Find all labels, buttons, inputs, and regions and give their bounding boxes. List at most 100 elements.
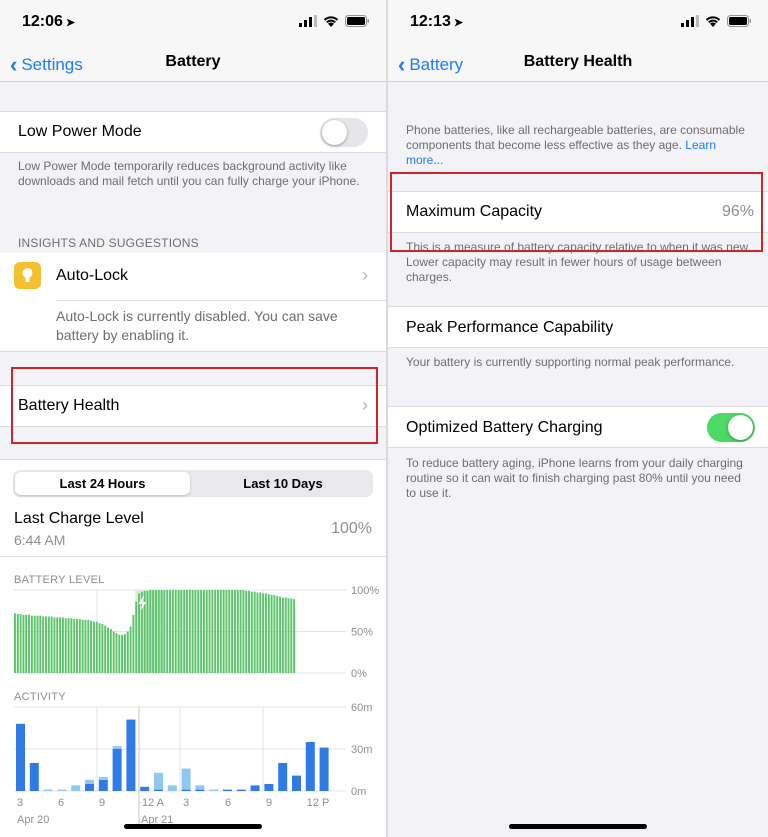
activity-bar-screen-off: [209, 789, 219, 791]
battery-level-bar: [157, 590, 160, 673]
battery-level-bar: [59, 617, 62, 673]
battery-level-bar: [138, 593, 140, 673]
activity-bar-screen-off: [43, 789, 53, 791]
home-indicator[interactable]: [509, 824, 647, 829]
peak-performance-row: Peak Performance Capability: [388, 306, 768, 348]
y-tick-label: 30m: [351, 744, 372, 756]
battery-level-bar: [129, 626, 132, 673]
battery-level-bar: [214, 590, 217, 673]
battery-level-bar: [87, 619, 90, 673]
battery-level-bar: [219, 590, 222, 673]
activity-bar-screen-off: [181, 768, 191, 790]
auto-lock-title: Auto-Lock: [56, 267, 129, 284]
battery-level-bar: [231, 590, 234, 673]
battery-level-bar: [169, 590, 172, 673]
battery-level-bar: [28, 614, 31, 673]
y-tick-label: 100%: [351, 585, 379, 597]
battery-level-bar: [236, 590, 239, 673]
battery-level-bar: [33, 615, 36, 673]
optimized-charging-toggle[interactable]: [707, 413, 755, 442]
chevron-right-icon: ›: [362, 265, 368, 285]
activity-bar-screen-on: [98, 779, 108, 791]
battery-level-bar: [177, 590, 180, 673]
low-power-mode-row: Low Power Mode: [0, 111, 386, 153]
activity-bar-screen-on: [140, 786, 150, 791]
battery-level-bar: [284, 597, 287, 673]
cellular-signal-icon: [299, 15, 317, 27]
battery-level-bar: [90, 620, 93, 673]
battery-level-bar: [22, 614, 25, 673]
battery-level-bar: [64, 618, 67, 673]
toggle-knob: [322, 120, 347, 145]
toggle-knob: [728, 415, 753, 440]
battery-level-bar: [248, 590, 250, 673]
battery-level-bar: [225, 590, 228, 673]
y-tick-label: 0%: [351, 668, 367, 677]
battery-health-screen: 12:13 ➤ ‹ Battery Battery Health Phone bat…: [388, 0, 768, 837]
battery-intro-text: Phone batteries, like all rechargeable b…: [406, 123, 754, 168]
battery-level-bar: [101, 624, 104, 673]
battery-level-bar: [56, 617, 59, 673]
battery-level-bar: [256, 592, 259, 673]
battery-level-bar: [197, 590, 200, 673]
nav-bar: ‹ Battery Battery Health: [388, 44, 768, 82]
date-label: Apr 20: [17, 814, 49, 826]
x-tick-label: 6: [225, 797, 231, 809]
battery-level-bar: [109, 629, 112, 673]
status-time: 12:13 ➤: [410, 13, 464, 30]
segment-last-10-days[interactable]: Last 10 Days: [195, 472, 371, 495]
battery-level-bar: [67, 618, 70, 673]
battery-level-bar: [253, 591, 256, 673]
battery-level-bar: [152, 590, 155, 673]
battery-status-icon: [345, 15, 369, 27]
activity-bar-screen-on: [29, 763, 39, 791]
y-tick-label: 0m: [351, 786, 366, 798]
low-power-mode-toggle[interactable]: [320, 118, 368, 147]
activity-bar-screen-on: [181, 789, 191, 791]
lightbulb-icon: [14, 262, 41, 289]
battery-level-bar: [233, 590, 236, 673]
battery-level-bar: [191, 590, 194, 673]
last-charge-value: 100%: [331, 520, 372, 537]
status-bar: 12:06 ➤: [0, 0, 386, 44]
activity-bar-screen-off: [112, 746, 122, 749]
battery-level-bar: [70, 618, 73, 673]
battery-level-chart: 100% 50% 0%: [14, 585, 379, 677]
battery-level-bar: [118, 634, 121, 673]
highlight-box: [390, 172, 763, 252]
activity-bar-screen-on: [319, 747, 329, 791]
battery-level-bar: [135, 601, 138, 673]
y-tick-label: 60m: [351, 702, 372, 714]
battery-level-bar: [242, 590, 245, 673]
activity-bar-screen-off: [57, 789, 67, 791]
activity-bar-screen-off: [195, 785, 205, 790]
battery-level-bar: [290, 598, 293, 673]
activity-bar-screen-off: [167, 785, 177, 791]
divider: [56, 300, 386, 301]
status-icons: [299, 15, 370, 27]
battery-level-bar: [217, 590, 219, 673]
segment-last-24-hours[interactable]: Last 24 Hours: [15, 472, 190, 495]
activity-bar-screen-on: [292, 775, 301, 791]
battery-level-bar: [262, 593, 265, 673]
battery-level-bar: [25, 614, 28, 673]
battery-level-bar: [273, 594, 276, 673]
status-time: 12:06 ➤: [22, 13, 76, 30]
battery-level-bar: [45, 616, 47, 673]
battery-level-bar: [84, 619, 87, 673]
battery-level-bar: [166, 590, 169, 673]
battery-level-bar: [267, 594, 270, 673]
status-bar: 12:13 ➤: [388, 0, 768, 44]
battery-level-bar: [98, 623, 101, 673]
battery-level-bar: [228, 590, 231, 673]
auto-lock-suggestion[interactable]: Auto-Lock › Auto-Lock is currently disab…: [0, 253, 386, 352]
activity-bar-screen-on: [112, 749, 122, 791]
home-indicator[interactable]: [124, 824, 262, 829]
battery-level-bar: [81, 619, 84, 673]
battery-level-bar: [30, 615, 33, 673]
battery-level-bar: [115, 633, 118, 673]
status-icons: [681, 15, 752, 27]
battery-level-bar: [250, 591, 253, 673]
battery-level-bar: [205, 590, 208, 673]
battery-level-bar: [95, 621, 98, 673]
